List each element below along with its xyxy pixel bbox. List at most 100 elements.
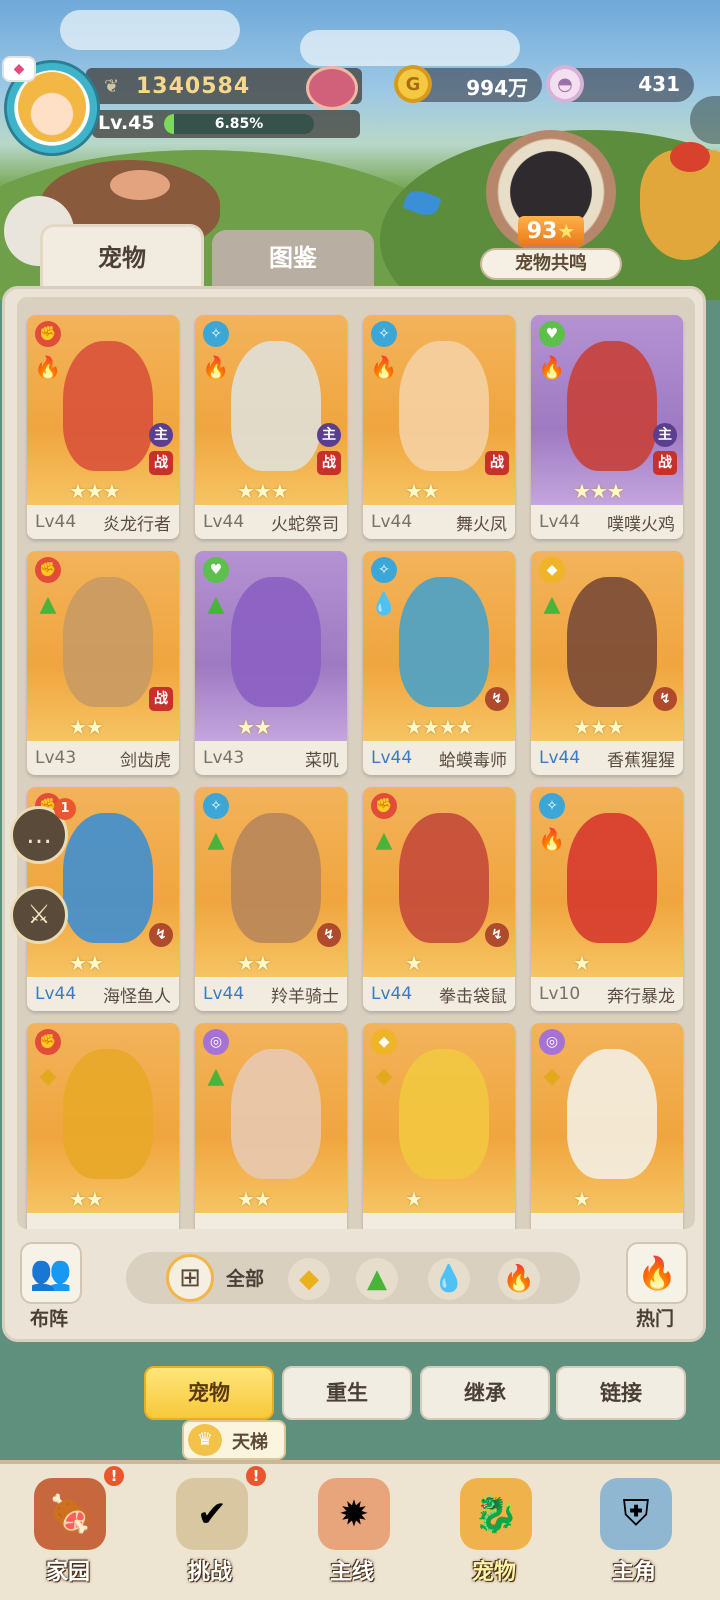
nav-hero[interactable]: ⛨ 主角 <box>574 1474 694 1594</box>
pet-card[interactable]: ♥ ▲ ★★ Lv43 菜叽 <box>195 551 347 775</box>
hot-sort-button[interactable]: 🔥 <box>626 1242 688 1304</box>
subtab-link[interactable]: 链接 <box>556 1366 686 1420</box>
pet-level: Lv44 <box>539 748 581 768</box>
pet-creature-art <box>399 1049 489 1179</box>
boss-avatar-icon[interactable] <box>306 66 358 110</box>
team-people-icon: 👥 <box>29 1253 73 1293</box>
ladder-tooltip[interactable]: ♛ 天梯 <box>182 1420 286 1460</box>
pet-card[interactable]: ◆ ◆ ★ <box>363 1023 515 1229</box>
pet-card[interactable]: ◎ ▲ ★★ <box>195 1023 347 1229</box>
pet-card-footer: Lv43 菜叽 <box>195 741 347 775</box>
gold-coin-icon: G <box>394 65 432 103</box>
pet-card[interactable]: ◆ ▲ ↯ ★★★ Lv44 香蕉猩猩 <box>531 551 683 775</box>
battle-pet-tag: 战 <box>485 451 509 475</box>
ladder-label: 天梯 <box>232 1432 268 1453</box>
pet-role-def-icon: ◆ <box>539 557 565 583</box>
hero-shield-icon: ⛨ <box>600 1478 672 1550</box>
pet-star-rating: ★★★ <box>573 715 625 739</box>
filter-water-button[interactable]: 💧 <box>428 1258 470 1300</box>
skill-badge-icon: ↯ <box>149 923 173 947</box>
shell-counter[interactable]: ◓ 431 <box>546 65 694 103</box>
pet-element-earth-icon: ◆ <box>375 1063 393 1089</box>
chat-bubble-icon: … <box>26 820 52 850</box>
pet-panel: ✊ 🔥 主战 ★★★ Lv44 炎龙行者 ✧ 🔥 主战 ★★★ Lv44 火蛇祭司 ✧ 🔥 战 ★★ Lv44 舞… <box>2 286 706 1342</box>
tab-atlas[interactable]: 图鉴 <box>212 230 374 286</box>
pet-grid[interactable]: ✊ 🔥 主战 ★★★ Lv44 炎龙行者 ✧ 🔥 主战 ★★★ Lv44 火蛇祭司 ✧ 🔥 战 ★★ Lv44 舞… <box>17 297 695 1229</box>
pet-creature-art <box>231 341 321 471</box>
pet-card[interactable]: ✧ 💧 ↯ ★★★★ Lv44 蛤蟆毒师 <box>363 551 515 775</box>
pet-card[interactable]: ✊ ▲ ↯ ★ Lv44 拳击袋鼠 <box>363 787 515 1011</box>
pet-element-grass-icon: ▲ <box>39 591 57 617</box>
pet-card[interactable]: ♥ 🔥 主战 ★★★ Lv44 噗噗火鸡 <box>531 315 683 539</box>
star-icon: ★ <box>557 219 576 243</box>
pet-card[interactable]: ✧ 🔥 主战 ★★★ Lv44 火蛇祭司 <box>195 315 347 539</box>
filter-earth-button[interactable]: ◆ <box>288 1258 330 1300</box>
pet-name: 拳击袋鼠 <box>439 986 507 1007</box>
pet-role-def-icon: ◆ <box>371 1029 397 1055</box>
pet-card[interactable]: ✧ ▲ ↯ ★★ Lv44 羚羊骑士 <box>195 787 347 1011</box>
pet-card-footer: Lv44 羚羊骑士 <box>195 977 347 1011</box>
player-avatar[interactable]: ◆ <box>2 56 100 156</box>
shell-icon: ◓ <box>546 65 584 103</box>
pet-name: 菜叽 <box>305 750 339 771</box>
pet-element-fire-icon: 🔥 <box>34 355 62 381</box>
gold-counter[interactable]: G 994万 <box>394 65 542 103</box>
pet-level: Lv44 <box>539 512 581 532</box>
bottom-navigation: 🍖 ! 家园 ✔ ! 挑战 ✹ 主线 🐉 宠物 ⛨ 主角 <box>0 1460 720 1600</box>
pet-role-atk-icon: ✊ <box>35 1029 61 1055</box>
battle-button[interactable]: ⚔ <box>10 886 68 944</box>
formation-button[interactable]: 👥 <box>20 1242 82 1304</box>
pet-role-mag-icon: ✧ <box>203 321 229 347</box>
resonance-level-number: 93 <box>526 219 558 244</box>
nav-challenge[interactable]: ✔ ! 挑战 <box>150 1466 270 1594</box>
nav-home[interactable]: 🍖 ! 家园 <box>8 1466 128 1594</box>
nav-hero-label: 主角 <box>611 1560 656 1585</box>
pet-creature-art <box>399 341 489 471</box>
pet-star-rating: ★★ <box>237 1187 272 1211</box>
pet-card[interactable]: ✊ 🔥 主战 ★★★ Lv44 炎龙行者 <box>27 315 179 539</box>
pet-element-earth-icon: ◆ <box>39 1063 57 1089</box>
nav-main-quest[interactable]: ✹ 主线 <box>292 1474 412 1594</box>
pet-resonance-button[interactable]: 93★ 宠物共鸣 <box>478 130 624 280</box>
pet-star-rating: ★★ <box>237 951 272 975</box>
pet-card[interactable]: ✧ 🔥 ★ Lv10 奔行暴龙 <box>531 787 683 1011</box>
battle-pet-tag: 战 <box>653 451 677 475</box>
pet-card[interactable]: ✧ 🔥 战 ★★ Lv44 舞火凤 <box>363 315 515 539</box>
pet-role-psy-icon: ◎ <box>539 1029 565 1055</box>
pet-element-grass-icon: ▲ <box>207 827 225 853</box>
subtab-inherit[interactable]: 继承 <box>420 1366 550 1420</box>
subtab-rebirth[interactable]: 重生 <box>282 1366 412 1420</box>
nav-main-quest-label: 主线 <box>329 1560 374 1585</box>
skill-badge-icon: ↯ <box>317 923 341 947</box>
pet-creature-art <box>567 577 657 707</box>
grass-element-icon: ▲ <box>367 1264 387 1294</box>
treasure-chest-icon: ✔ <box>176 1478 248 1550</box>
meat-icon: 🍖 <box>34 1478 106 1550</box>
chat-notification-badge: 1 <box>54 798 76 820</box>
water-element-icon: 💧 <box>432 1264 466 1294</box>
pet-creature-art <box>63 341 153 471</box>
pet-card[interactable]: ✊ ▲ 战 ★★ Lv43 剑齿虎 <box>27 551 179 775</box>
subtab-pets[interactable]: 宠物 <box>144 1366 274 1420</box>
pet-card[interactable]: ◎ ◆ ★ <box>531 1023 683 1229</box>
pet-star-rating: ★★ <box>69 715 104 739</box>
nav-challenge-label: 挑战 <box>187 1560 232 1585</box>
filter-fire-button[interactable]: 🔥 <box>498 1258 540 1300</box>
challenge-alert-badge: ! <box>246 1466 266 1486</box>
pet-card[interactable]: ✊ ◆ ★★ <box>27 1023 179 1229</box>
pet-card-footer: Lv44 舞火凤 <box>363 505 515 539</box>
pet-star-rating: ★★★ <box>237 479 289 503</box>
skill-badge-icon: ↯ <box>485 687 509 711</box>
pet-role-mag-icon: ✧ <box>371 321 397 347</box>
pet-role-mag-icon: ✧ <box>539 793 565 819</box>
filter-all-button[interactable]: ⊞ <box>166 1254 214 1302</box>
filter-grass-button[interactable]: ▲ <box>356 1258 398 1300</box>
pet-card-footer: Lv44 香蕉猩猩 <box>531 741 683 775</box>
pet-level: Lv10 <box>539 984 581 1004</box>
tab-pets[interactable]: 宠物 <box>40 224 204 286</box>
nav-pets[interactable]: 🐉 宠物 <box>434 1474 554 1594</box>
resonance-label: 宠物共鸣 <box>480 248 622 280</box>
pet-level: Lv44 <box>203 512 245 532</box>
pet-star-rating: ★ <box>573 951 591 975</box>
filter-all-label: 全部 <box>226 1268 265 1290</box>
